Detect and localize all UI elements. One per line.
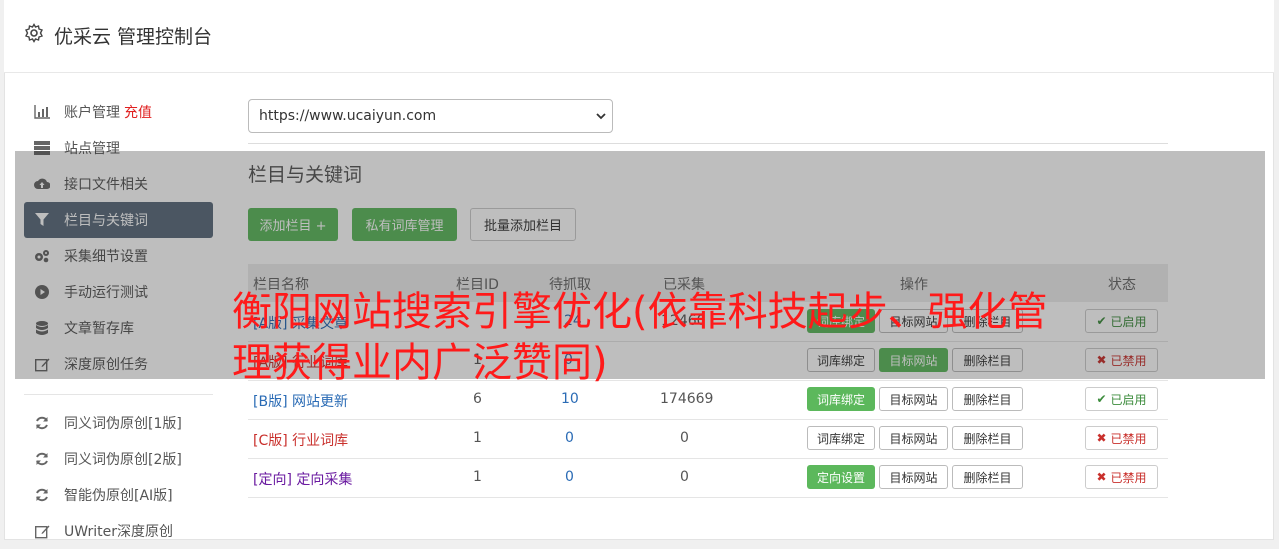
collected-count: 0 (680, 469, 689, 485)
sidebar-item-account[interactable]: 账户管理 充值 (24, 94, 213, 130)
sidebar-item-synonym-v1[interactable]: 同义词伪原创[1版] (24, 405, 213, 441)
sidebar-item-label: 同义词伪原创[1版] (64, 416, 182, 432)
overlay-headline: 衡阳网站搜索引擎优化(依靠科技起步、强化管理获得业内广泛赞同) (232, 289, 1048, 386)
delete-column-button[interactable]: 删除栏目 (952, 426, 1023, 450)
column-name-link[interactable]: [定向] 定向采集 (253, 469, 352, 489)
sidebar-item-ai-rewrite[interactable]: 智能伪原创[AI版] (24, 477, 213, 513)
delete-column-button[interactable]: 删除栏目 (952, 387, 1023, 411)
refresh-icon (34, 487, 50, 503)
target-site-button[interactable]: 目标网站 (879, 387, 948, 411)
divider (248, 143, 1168, 144)
column-id: 6 (473, 391, 482, 407)
sidebar-item-synonym-v2[interactable]: 同义词伪原创[2版] (24, 441, 213, 477)
pending-count[interactable]: 0 (565, 469, 574, 485)
target-site-button[interactable]: 目标网站 (879, 426, 948, 450)
table-row: [定向] 定向采集 1 0 0 定向设置 目标网站 删除栏目 ✖ 已禁用 (248, 459, 1168, 498)
status-toggle[interactable]: ✖ 已禁用 (1085, 426, 1158, 450)
close-icon: ✖ (1096, 431, 1107, 445)
pending-count[interactable]: 0 (565, 430, 574, 446)
collected-count: 174669 (660, 391, 714, 407)
sidebar-item-label: 同义词伪原创[2版] (64, 452, 182, 468)
refresh-icon (34, 451, 50, 467)
recharge-link[interactable]: 充值 (124, 102, 152, 122)
sidebar-item-label: 账户管理 (64, 105, 120, 121)
dict-bind-button[interactable]: 词库绑定 (807, 426, 875, 450)
sidebar-divider (24, 394, 213, 395)
directed-settings-button[interactable]: 定向设置 (807, 465, 875, 489)
check-icon: ✔ (1096, 392, 1107, 406)
site-select-value: https://www.ucaiyun.com (259, 108, 437, 124)
sidebar-item-uwriter[interactable]: UWriter深度原创 (24, 513, 213, 549)
status-toggle[interactable]: ✖ 已禁用 (1085, 465, 1158, 489)
bar-chart-icon (34, 104, 50, 120)
table-row: [C版] 行业词库 1 0 0 词库绑定 目标网站 删除栏目 ✖ 已禁用 (248, 420, 1168, 459)
column-name-link[interactable]: [B版] 网站更新 (253, 391, 348, 411)
collected-count: 0 (680, 430, 689, 446)
gear-icon (25, 23, 43, 43)
dict-bind-button[interactable]: 词库绑定 (807, 387, 875, 411)
target-site-button[interactable]: 目标网站 (879, 465, 948, 489)
column-name-link[interactable]: [C版] 行业词库 (253, 430, 348, 450)
close-icon: ✖ (1096, 470, 1107, 484)
status-toggle[interactable]: ✔ 已启用 (1085, 387, 1158, 411)
column-id: 1 (473, 469, 482, 485)
app-header: 优采云 管理控制台 (4, 0, 1274, 73)
page-title: 优采云 管理控制台 (54, 26, 213, 48)
column-id: 1 (473, 430, 482, 446)
chevron-down-icon (596, 113, 606, 120)
pending-count[interactable]: 10 (561, 391, 579, 407)
sidebar-item-label: 智能伪原创[AI版] (64, 488, 173, 504)
refresh-icon (34, 415, 50, 431)
edit-icon (34, 523, 50, 539)
delete-column-button[interactable]: 删除栏目 (952, 465, 1023, 489)
sidebar-item-label: UWriter深度原创 (64, 524, 173, 540)
site-select[interactable]: https://www.ucaiyun.com (248, 99, 613, 133)
